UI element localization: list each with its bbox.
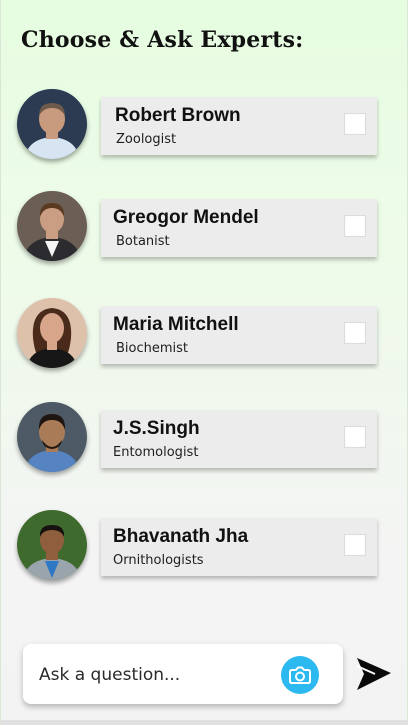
expert-role: Zoologist (116, 132, 177, 147)
expert-row-js-singh: J.S.Singh Entomologist (17, 402, 379, 474)
expert-card[interactable]: Bhavanath Jha Ornithologists (101, 518, 377, 576)
expert-row-bhavanath-jha: Bhavanath Jha Ornithologists (17, 510, 379, 582)
expert-card[interactable]: J.S.Singh Entomologist (101, 410, 377, 468)
expert-card[interactable]: Greogor Mendel Botanist (101, 199, 377, 257)
expert-name: Bhavanath Jha (113, 526, 249, 547)
page-title: Choose & Ask Experts: (21, 27, 304, 53)
expert-name: Robert Brown (115, 105, 241, 126)
avatar (17, 298, 87, 368)
bottom-divider (1, 720, 408, 725)
avatar (17, 402, 87, 472)
expert-row-maria-mitchell: Maria Mitchell Biochemist (17, 298, 379, 370)
expert-role: Biochemist (116, 341, 189, 356)
select-checkbox[interactable] (344, 534, 366, 556)
expert-role: Botanist (116, 234, 170, 249)
ask-question-bar (23, 644, 343, 704)
avatar (17, 89, 87, 159)
expert-card[interactable]: Maria Mitchell Biochemist (101, 306, 377, 364)
select-checkbox[interactable] (344, 215, 366, 237)
expert-name: Greogor Mendel (113, 207, 259, 228)
expert-name: J.S.Singh (113, 418, 200, 439)
select-checkbox[interactable] (344, 426, 366, 448)
expert-card[interactable]: Robert Brown Zoologist (101, 97, 377, 155)
select-checkbox[interactable] (344, 322, 366, 344)
expert-row-robert-brown: Robert Brown Zoologist (17, 89, 379, 161)
expert-name: Maria Mitchell (113, 314, 239, 335)
expert-role: Ornithologists (113, 553, 204, 568)
select-checkbox[interactable] (344, 113, 366, 135)
send-arrow-icon[interactable] (355, 656, 393, 692)
avatar (17, 191, 87, 261)
expert-role: Entomologist (113, 445, 199, 460)
expert-selection-screen: Choose & Ask Experts: Robert Brown Zoolo… (0, 0, 408, 725)
expert-row-greogor-mendel: Greogor Mendel Botanist (17, 191, 379, 263)
camera-icon[interactable] (281, 656, 319, 694)
avatar (17, 510, 87, 580)
ask-question-input[interactable] (37, 656, 281, 694)
